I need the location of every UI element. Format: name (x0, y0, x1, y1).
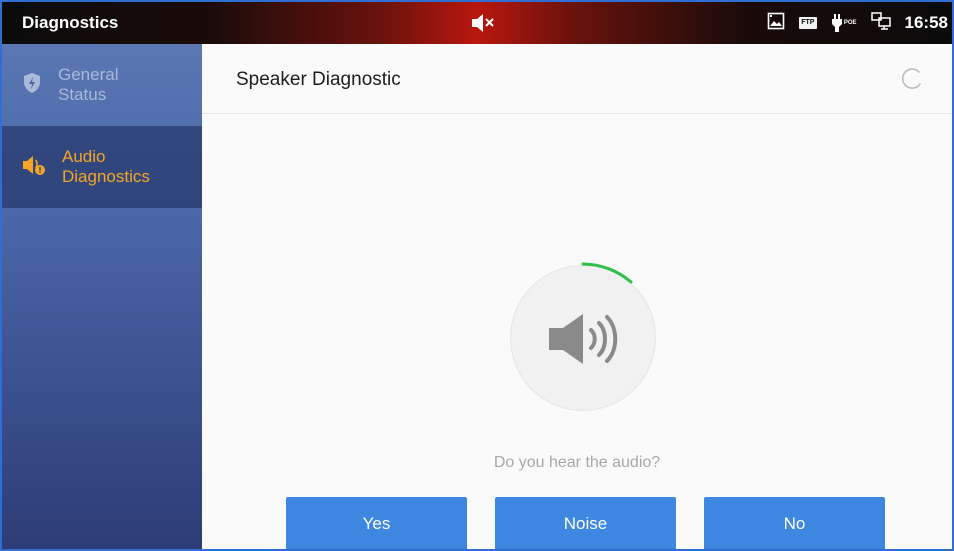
main-panel: Speaker Diagnostic Do you hear the audio… (202, 44, 952, 549)
poe-icon: POE (831, 14, 857, 32)
volume-muted-icon (470, 12, 496, 39)
yes-button[interactable]: Yes (286, 497, 467, 549)
status-bar: Diagnostics FTP POE 16:58 (2, 2, 952, 44)
screenshot-icon (767, 12, 785, 35)
panel-header: Speaker Diagnostic (202, 44, 952, 114)
sidebar-label-line2: Diagnostics (62, 167, 150, 186)
speaker-icon (549, 314, 618, 364)
app-title: Diagnostics (22, 13, 119, 32)
loading-spinner-icon (900, 67, 924, 96)
app-window: Diagnostics FTP POE 16:58 General Status… (0, 0, 954, 551)
sidebar-item-audio-diagnostics[interactable]: Audio Diagnostics (2, 126, 202, 208)
sidebar-item-label: Audio Diagnostics (62, 147, 150, 187)
status-icons: FTP POE 16:58 (767, 2, 952, 44)
sidebar-label-line1: Audio (62, 147, 106, 166)
audio-question: Do you hear the audio? (493, 454, 661, 471)
sidebar-item-label: General Status (58, 65, 118, 105)
page-title: Speaker Diagnostic (236, 69, 401, 90)
no-button[interactable]: No (704, 497, 885, 549)
shield-icon (22, 72, 42, 99)
network-icon (870, 11, 891, 35)
speaker-test-indicator (507, 262, 659, 414)
noise-button[interactable]: Noise (495, 497, 676, 549)
sidebar-label-line1: General (58, 65, 119, 84)
ftp-icon: FTP (798, 17, 817, 29)
sidebar-label-line2: Status (58, 85, 107, 104)
sidebar-item-general-status[interactable]: General Status (2, 44, 202, 126)
clock: 16:58 (904, 13, 948, 32)
speaker-alert-icon (22, 154, 46, 181)
sidebar: General Status Audio Diagnostics (2, 44, 202, 549)
poe-label: POE (843, 20, 857, 26)
